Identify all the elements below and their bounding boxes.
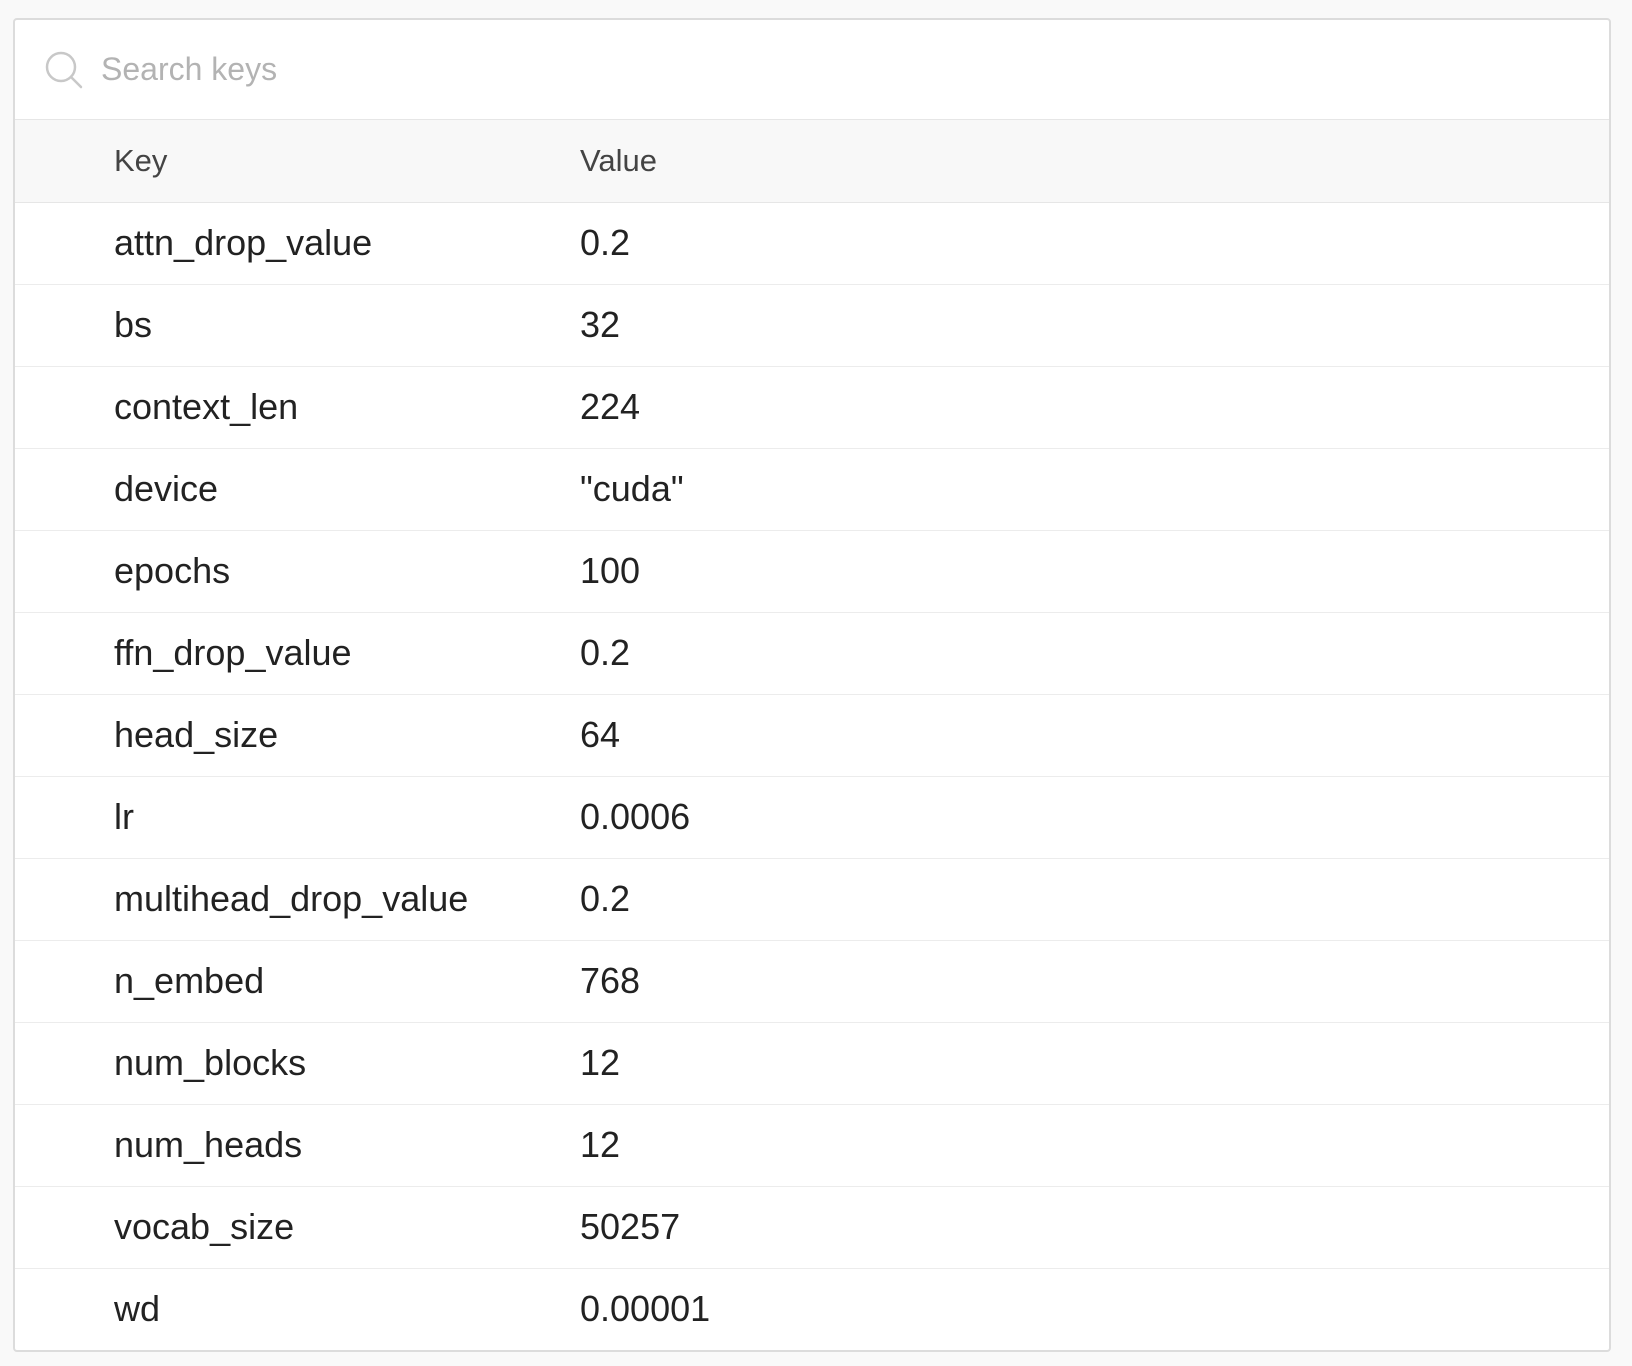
row-value: 12 <box>580 1042 621 1083</box>
table-row: bs 32 <box>15 284 1609 366</box>
row-value: 0.2 <box>580 222 631 263</box>
row-value: 0.2 <box>580 878 631 919</box>
table-row: num_heads 12 <box>15 1104 1609 1186</box>
row-value: 100 <box>580 550 641 591</box>
search-icon <box>43 49 85 91</box>
table-row: attn_drop_value 0.2 <box>15 202 1609 284</box>
table-row: n_embed 768 <box>15 940 1609 1022</box>
key-column-header[interactable]: Key <box>15 120 580 203</box>
row-key: device <box>114 468 219 509</box>
value-column-header[interactable]: Value <box>580 120 1609 203</box>
row-key: epochs <box>114 550 231 591</box>
table-row: num_blocks 12 <box>15 1022 1609 1104</box>
row-value: 0.0006 <box>580 796 691 837</box>
row-value: 12 <box>580 1124 621 1165</box>
row-key: vocab_size <box>114 1206 295 1247</box>
row-key: n_embed <box>114 960 265 1001</box>
table-row: ffn_drop_value 0.2 <box>15 612 1609 694</box>
table-row: lr 0.0006 <box>15 776 1609 858</box>
row-value: 32 <box>580 304 621 345</box>
config-panel: Key Value attn_drop_value 0.2 bs 32 cont… <box>13 18 1611 1352</box>
row-value: "cuda" <box>580 468 684 509</box>
table-row: wd 0.00001 <box>15 1268 1609 1350</box>
row-value: 64 <box>580 714 621 755</box>
row-value: 0.00001 <box>580 1288 711 1330</box>
table-row: vocab_size 50257 <box>15 1186 1609 1268</box>
row-key: attn_drop_value <box>114 222 373 263</box>
search-input[interactable] <box>101 39 1609 100</box>
table-row: context_len 224 <box>15 366 1609 448</box>
row-key: wd <box>114 1288 161 1330</box>
row-value: 768 <box>580 960 641 1001</box>
row-key: head_size <box>114 714 279 755</box>
row-key: bs <box>114 304 153 345</box>
row-key: lr <box>114 796 134 837</box>
config-table: Key Value attn_drop_value 0.2 bs 32 cont… <box>15 120 1609 1350</box>
row-key: multihead_drop_value <box>114 878 469 919</box>
row-key: context_len <box>114 386 299 427</box>
row-key: num_heads <box>114 1124 303 1165</box>
row-value: 224 <box>580 386 641 427</box>
row-key: ffn_drop_value <box>114 632 352 673</box>
table-row: epochs 100 <box>15 530 1609 612</box>
table-header-row: Key Value <box>15 120 1609 203</box>
row-key: num_blocks <box>114 1042 307 1083</box>
search-bar <box>15 20 1609 120</box>
row-value: 0.2 <box>580 632 631 673</box>
row-value: 50257 <box>580 1206 681 1247</box>
table-row: multihead_drop_value 0.2 <box>15 858 1609 940</box>
table-row: device "cuda" <box>15 448 1609 530</box>
table-row: head_size 64 <box>15 694 1609 776</box>
